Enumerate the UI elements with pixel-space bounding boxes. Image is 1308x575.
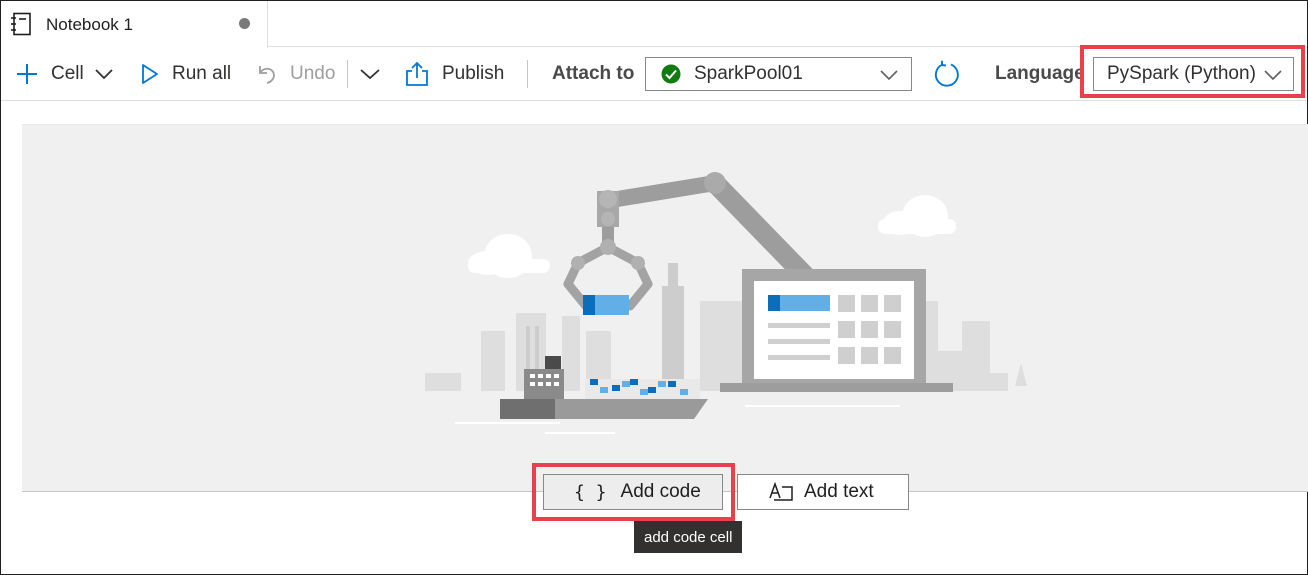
undo-icon: [259, 66, 275, 84]
refresh-icon: [934, 60, 959, 87]
add-cell-button[interactable]: Cell: [15, 47, 114, 101]
undo-dropdown-button[interactable]: [359, 47, 381, 101]
text-cell-icon: [769, 481, 793, 501]
add-code-highlight: [532, 463, 735, 521]
publish-label: Publish: [442, 63, 505, 84]
toolbar-divider: [527, 60, 528, 88]
unsaved-indicator: [239, 18, 250, 29]
empty-notebook-canvas: [22, 124, 1308, 492]
data-factory-illustration: [425, 172, 1027, 434]
publish-button[interactable]: Publish: [404, 47, 504, 101]
tab-notebook[interactable]: Notebook 1: [1, 1, 268, 48]
refresh-button[interactable]: [933, 47, 961, 101]
undo-label: Undo: [290, 63, 336, 84]
tab-strip: Notebook 1: [1, 1, 1307, 48]
run-all-label: Run all: [172, 63, 232, 84]
check-circle-icon: [661, 64, 681, 84]
plus-icon: [17, 64, 37, 84]
attach-to-label: Attach to: [552, 63, 635, 84]
cell-label: Cell: [51, 63, 84, 84]
play-icon: [142, 64, 158, 84]
chevron-down-icon: [360, 69, 380, 80]
add-code-tooltip: add code cell: [634, 521, 743, 553]
add-text-label: Add text: [804, 481, 874, 502]
language-highlight: [1080, 45, 1305, 98]
chevron-down-icon: [880, 70, 898, 81]
publish-icon: [406, 61, 428, 86]
language-label: Language: [995, 63, 1085, 84]
chevron-down-icon: [95, 69, 113, 80]
undo-button[interactable]: Undo: [255, 47, 335, 101]
attach-to-dropdown[interactable]: SparkPool01: [645, 57, 912, 91]
add-text-button[interactable]: Add text: [737, 474, 909, 510]
toolbar-divider: [347, 60, 348, 88]
run-all-button[interactable]: Run all: [141, 47, 231, 101]
attach-to-value: SparkPool01: [694, 63, 803, 84]
notebook-icon: [11, 12, 31, 36]
tab-title: Notebook 1: [46, 15, 133, 34]
